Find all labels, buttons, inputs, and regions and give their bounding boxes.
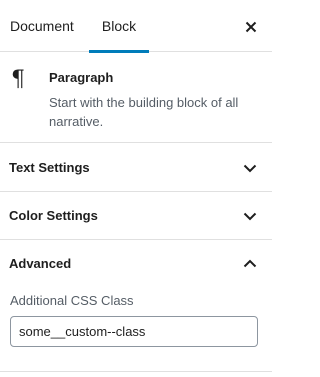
close-sidebar-button[interactable] — [238, 14, 264, 40]
sidebar-tabs: Document Block — [0, 0, 272, 53]
additional-css-class-label: Additional CSS Class — [10, 293, 134, 308]
panel-color-settings[interactable]: Color Settings — [0, 192, 272, 240]
panel-advanced-label[interactable]: Advanced — [9, 240, 71, 288]
block-card: ¶ Paragraph Start with the building bloc… — [0, 53, 272, 143]
block-description: Start with the building block of all nar… — [49, 95, 239, 129]
chevron-down-icon — [243, 164, 257, 173]
tab-block[interactable]: Block — [89, 0, 149, 53]
panel-text-settings[interactable]: Text Settings — [0, 144, 272, 192]
paragraph-icon: ¶ — [11, 67, 25, 92]
tab-document[interactable]: Document — [0, 0, 84, 52]
chevron-up-icon[interactable] — [241, 255, 259, 273]
panel-color-settings-label: Color Settings — [9, 208, 98, 223]
additional-css-class-input[interactable] — [10, 316, 258, 347]
chevron-down-icon — [243, 212, 257, 221]
panel-advanced: Advanced Additional CSS Class — [0, 240, 272, 372]
close-icon — [245, 21, 257, 33]
panel-text-settings-label: Text Settings — [9, 160, 90, 175]
block-title: Paragraph — [49, 70, 114, 85]
